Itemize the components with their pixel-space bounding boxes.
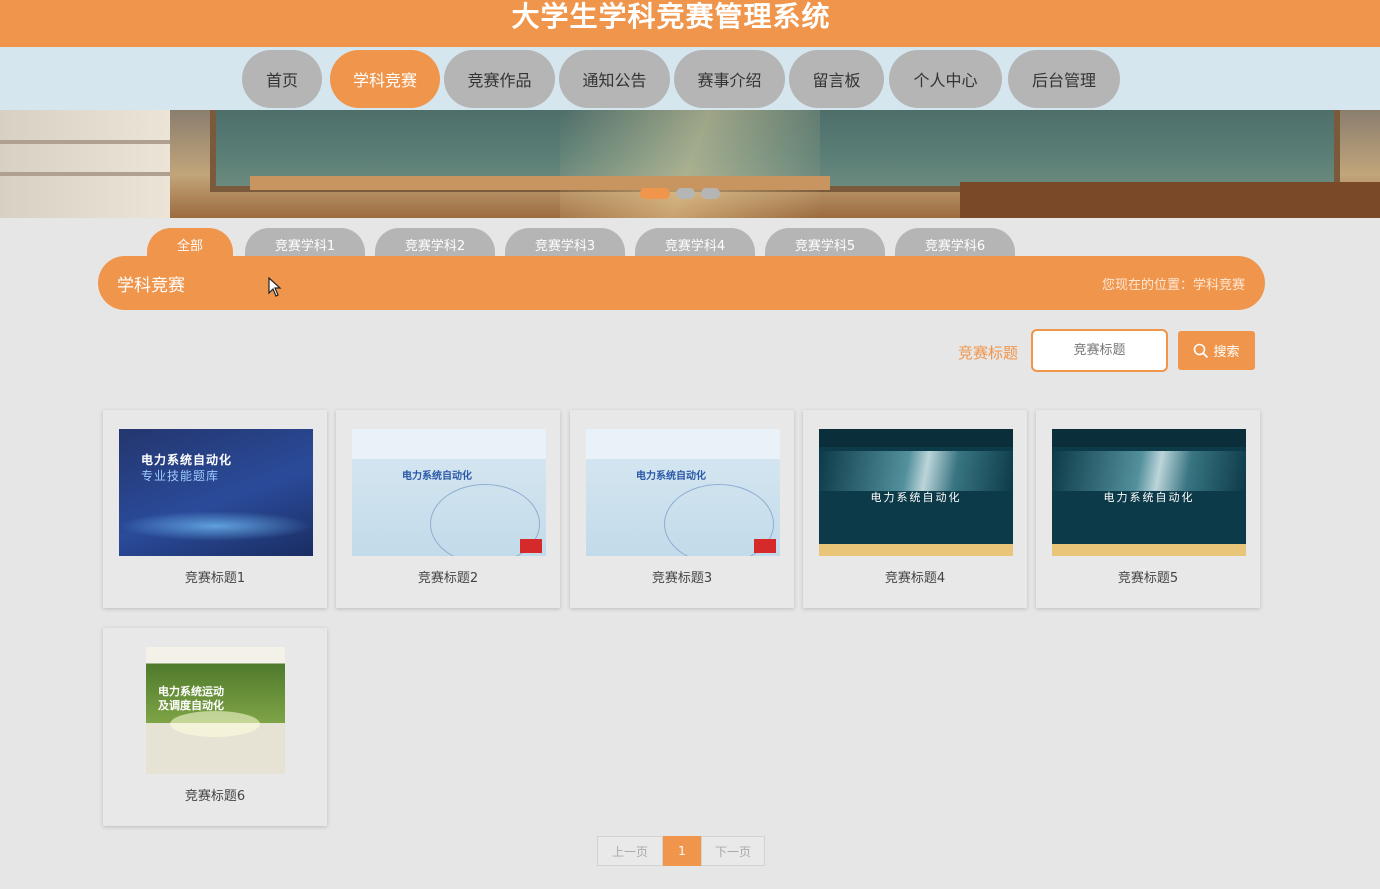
card-title: 竞赛标题3 (651, 571, 713, 586)
card-title: 竞赛标题6 (184, 789, 246, 804)
next-page-button[interactable]: 下一页 (701, 836, 765, 866)
competition-card[interactable]: 电力系统自动化 竞赛标题3 (570, 410, 794, 608)
cover-ball (170, 711, 260, 737)
cover-wave (1052, 451, 1246, 491)
nav-item-profile[interactable]: 个人中心 (889, 50, 1002, 108)
banner-table (250, 176, 830, 190)
nav-item-message-board[interactable]: 留言板 (789, 50, 884, 108)
main-nav: 首页 学科竞赛 竞赛作品 通知公告 赛事介绍 留言板 个人中心 后台管理 (0, 47, 1380, 110)
prev-page-button[interactable]: 上一页 (597, 836, 663, 866)
cover-badge (754, 539, 776, 553)
search-input[interactable] (1031, 329, 1168, 372)
cover-title-line: 电力系统自动化 (402, 471, 472, 482)
nav-item-competition[interactable]: 学科竞赛 (330, 50, 440, 108)
cover-glow (119, 511, 313, 541)
card-cover-image: 电力系统自动化 (1052, 429, 1246, 556)
breadcrumb: 您现在的位置：学科竞赛 (1101, 278, 1245, 293)
search-icon (1194, 343, 1209, 358)
cover-title-line: 电力系统运动 及调度自动化 (158, 685, 224, 713)
nav-item-admin[interactable]: 后台管理 (1008, 50, 1120, 108)
cover-bottom-strip (819, 544, 1013, 556)
banner-desk (960, 182, 1380, 218)
nav-item-event-intro[interactable]: 赛事介绍 (674, 50, 785, 108)
carousel-dot-2[interactable] (676, 188, 695, 199)
competition-card[interactable]: 电力系统自动化 竞赛标题4 (803, 410, 1027, 608)
banner-carousel (0, 110, 1380, 218)
competition-card[interactable]: 电力系统自动化 专业技能题库 竞赛标题1 (103, 410, 327, 608)
section-title: 学科竞赛 (117, 276, 185, 296)
card-cover-image: 电力系统自动化 (819, 429, 1013, 556)
cover-title-line-2: 及调度自动化 (158, 699, 224, 712)
nav-item-works[interactable]: 竞赛作品 (444, 50, 555, 108)
shelf-line (0, 140, 170, 144)
cover-title-line-1: 电力系统运动 (158, 685, 224, 698)
cover-wave (819, 451, 1013, 491)
card-title: 竞赛标题4 (884, 571, 946, 586)
cover-top-strip (819, 429, 1013, 447)
mouse-cursor-icon (268, 277, 282, 297)
banner-sunlight (560, 110, 820, 218)
cover-header-band (352, 429, 546, 459)
cover-title-line: 电力系统自动化 (636, 471, 706, 482)
competition-card[interactable]: 电力系统自动化 竞赛标题5 (1036, 410, 1260, 608)
nav-item-home[interactable]: 首页 (242, 50, 322, 108)
nav-item-notices[interactable]: 通知公告 (559, 50, 670, 108)
shelf-line (0, 172, 170, 176)
banner-bookshelf (0, 110, 170, 218)
carousel-dot-3[interactable] (701, 188, 720, 199)
pagination: 上一页 1 下一页 (597, 836, 765, 866)
cover-top-strip (1052, 429, 1246, 447)
card-title: 竞赛标题2 (417, 571, 479, 586)
cover-subtitle-line: 专业技能题库 (141, 469, 220, 483)
top-header: 大学生学科竞赛管理系统 (0, 0, 1380, 47)
card-title: 竞赛标题1 (184, 571, 246, 586)
site-title: 大学生学科竞赛管理系统 (511, 0, 831, 33)
search-button-label: 搜索 (1213, 345, 1240, 360)
cover-bottom-strip (1052, 544, 1246, 556)
cover-title-line: 电力系统自动化 (141, 453, 233, 467)
card-title: 竞赛标题5 (1117, 571, 1179, 586)
search-label: 竞赛标题 (958, 344, 1019, 362)
carousel-dot-1[interactable] (640, 188, 670, 199)
competition-card[interactable]: 电力系统运动 及调度自动化 竞赛标题6 (103, 628, 327, 826)
card-cover-image: 电力系统自动化 (586, 429, 780, 556)
competition-card[interactable]: 电力系统自动化 竞赛标题2 (336, 410, 560, 608)
card-cover-image: 电力系统自动化 (352, 429, 546, 556)
card-cover-image: 电力系统自动化 专业技能题库 (119, 429, 313, 556)
cover-title-line: 电力系统自动化 (1103, 491, 1195, 504)
cover-badge (520, 539, 542, 553)
search-button[interactable]: 搜索 (1178, 331, 1255, 370)
cover-title-line: 电力系统自动化 (870, 491, 962, 504)
carousel-indicators (640, 188, 720, 199)
cover-header-band (586, 429, 780, 459)
page-number-current[interactable]: 1 (663, 836, 701, 866)
card-cover-image: 电力系统运动 及调度自动化 (146, 647, 285, 774)
